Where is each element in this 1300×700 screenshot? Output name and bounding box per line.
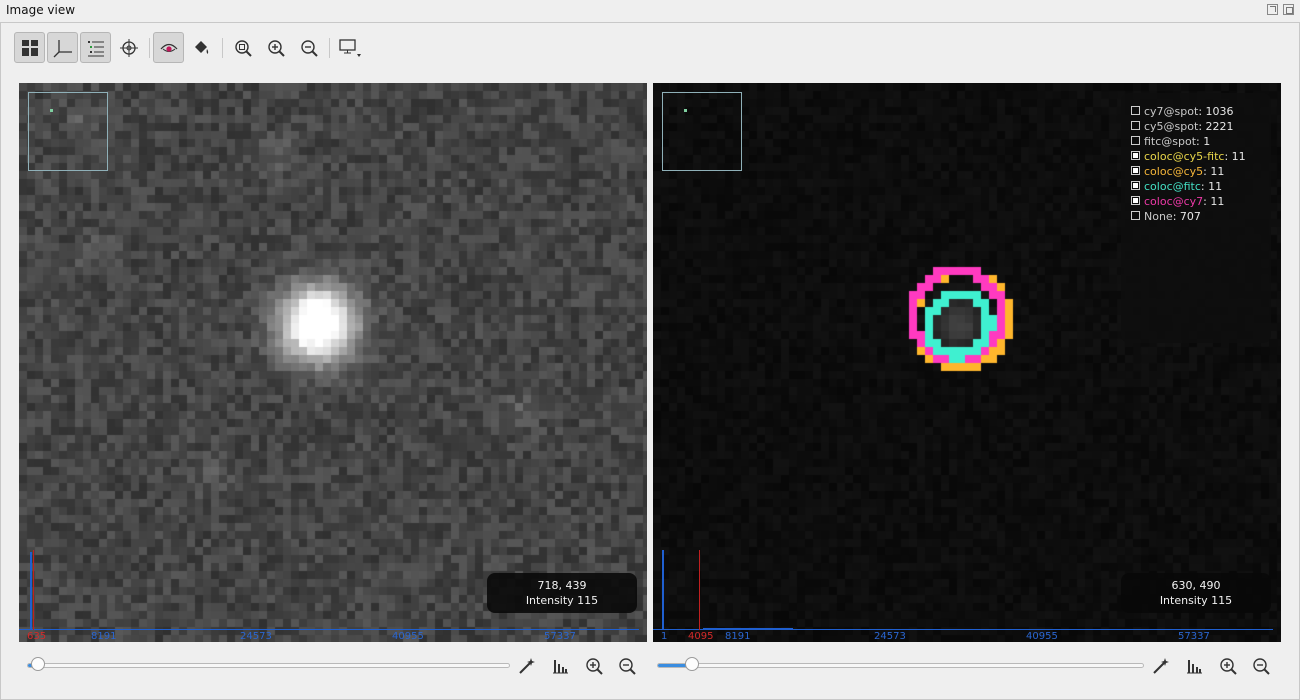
checkbox-icon[interactable]	[1131, 181, 1140, 190]
left-info-intensity: Intensity 115	[525, 594, 599, 607]
zoom-in-icon	[1220, 658, 1237, 675]
list-icon	[87, 40, 104, 56]
list-button[interactable]	[80, 32, 111, 63]
axes-icon	[53, 39, 72, 57]
left-hist-label: 57337	[544, 631, 576, 642]
right-zoom-in-button[interactable]	[1216, 654, 1240, 678]
legend-item[interactable]: fitc@spot: 1	[1131, 134, 1210, 149]
left-overview-thumbnail[interactable]	[28, 92, 108, 171]
histogram-button[interactable]	[548, 654, 572, 678]
layout-grid-icon	[21, 39, 38, 56]
right-hist-label: 24573	[874, 631, 906, 642]
legend-item[interactable]: coloc@cy5: 11	[1131, 164, 1224, 179]
eye-button[interactable]	[153, 32, 184, 63]
right-overview-thumbnail[interactable]	[662, 92, 742, 171]
zoom-in-button[interactable]	[260, 32, 291, 63]
right-hist-label: 57337	[1178, 631, 1210, 642]
left-hist-label: 24573	[240, 631, 272, 642]
class-legend: cy7@spot: 1036 cy5@spot: 2221 fitc@spot:…	[1121, 93, 1271, 343]
left-zoom-in-button[interactable]	[582, 654, 606, 678]
right-histogram-tail	[703, 628, 793, 630]
right-info-intensity: Intensity 115	[1159, 594, 1233, 607]
checkbox-icon[interactable]	[1131, 136, 1140, 145]
window-titlebar: Image view	[0, 0, 1300, 22]
right-info-box: 630, 490 Intensity 115	[1121, 573, 1271, 613]
left-contrast-slider-track[interactable]	[27, 663, 510, 668]
window-title: Image view	[6, 3, 76, 17]
right-hist-label: 40955	[1026, 631, 1058, 642]
left-contrast-slider-handle[interactable]	[30, 657, 45, 671]
zoom-in-icon	[586, 658, 603, 675]
right-hist-label: 4095	[688, 631, 714, 642]
legend-item[interactable]: cy7@spot: 1036	[1131, 104, 1234, 119]
overview-marker	[684, 109, 687, 112]
auto-contrast-button[interactable]	[515, 654, 539, 678]
close-window-button[interactable]	[1283, 4, 1294, 15]
right-contrast-slider-fill	[658, 664, 689, 667]
legend-item[interactable]: cy5@spot: 2221	[1131, 119, 1234, 134]
left-contrast-controls	[19, 652, 647, 678]
zoom-fit-icon	[234, 39, 252, 57]
left-hist-label: 635	[27, 631, 47, 642]
right-zoom-out-button[interactable]	[1249, 654, 1273, 678]
right-contrast-slider-track[interactable]	[657, 663, 1144, 668]
checkbox-icon[interactable]	[1131, 211, 1140, 220]
zoom-out-icon	[1253, 658, 1270, 675]
checkbox-icon[interactable]	[1131, 166, 1140, 175]
checkbox-icon[interactable]	[1131, 196, 1140, 205]
legend-item[interactable]: coloc@cy7: 11	[1131, 194, 1224, 209]
left-image-view[interactable]: 718, 439 Intensity 115 635 8191 24573 40…	[19, 83, 647, 642]
right-histogram-max-marker	[699, 550, 700, 630]
histogram-icon	[553, 660, 568, 674]
left-image-canvas[interactable]	[19, 83, 647, 642]
legend-item[interactable]: coloc@fitc: 11	[1131, 179, 1222, 194]
left-info-box: 718, 439 Intensity 115	[487, 573, 637, 613]
paint-bucket-button[interactable]	[186, 32, 217, 63]
eye-icon	[160, 43, 177, 52]
paint-bucket-icon	[194, 40, 208, 54]
left-histogram-min-marker	[33, 550, 34, 630]
right-contrast-controls	[653, 652, 1281, 678]
left-histogram-peak	[30, 552, 32, 630]
left-info-coords: 718, 439	[537, 579, 587, 592]
histogram-button[interactable]	[1182, 654, 1206, 678]
left-hist-label: 40955	[392, 631, 424, 642]
crosshair-button[interactable]	[113, 32, 144, 63]
right-hist-label: 1	[661, 631, 668, 642]
checkbox-icon[interactable]	[1131, 121, 1140, 130]
checkbox-icon[interactable]	[1131, 151, 1140, 160]
float-window-button[interactable]	[1267, 4, 1278, 15]
layout-grid-button[interactable]	[14, 32, 45, 63]
right-histogram-peak	[662, 550, 664, 630]
magic-wand-icon	[519, 658, 535, 674]
checkbox-icon[interactable]	[1131, 106, 1140, 115]
overview-marker	[50, 109, 53, 112]
auto-contrast-button[interactable]	[1149, 654, 1173, 678]
histogram-icon	[1187, 660, 1202, 674]
zoom-out-button[interactable]	[293, 32, 324, 63]
right-hist-label: 8191	[725, 631, 751, 642]
right-info-coords: 630, 490	[1171, 579, 1221, 592]
display-menu-button[interactable]	[334, 32, 365, 63]
axes-button[interactable]	[47, 32, 78, 63]
left-hist-label: 8191	[91, 631, 117, 642]
right-image-view[interactable]: cy7@spot: 1036 cy5@spot: 2221 fitc@spot:…	[653, 83, 1281, 642]
zoom-out-icon	[619, 658, 636, 675]
legend-item[interactable]: coloc@cy5-fitc: 11	[1131, 149, 1246, 164]
left-zoom-out-button[interactable]	[615, 654, 639, 678]
legend-item[interactable]: None: 707	[1131, 209, 1201, 224]
zoom-in-icon	[267, 39, 285, 57]
right-contrast-slider-handle[interactable]	[685, 657, 700, 671]
zoom-out-icon	[300, 39, 318, 57]
magic-wand-icon	[1153, 658, 1169, 674]
zoom-fit-button[interactable]	[227, 32, 258, 63]
left-histogram-axis	[19, 629, 639, 630]
crosshair-icon	[119, 38, 138, 57]
monitor-icon	[338, 38, 361, 57]
